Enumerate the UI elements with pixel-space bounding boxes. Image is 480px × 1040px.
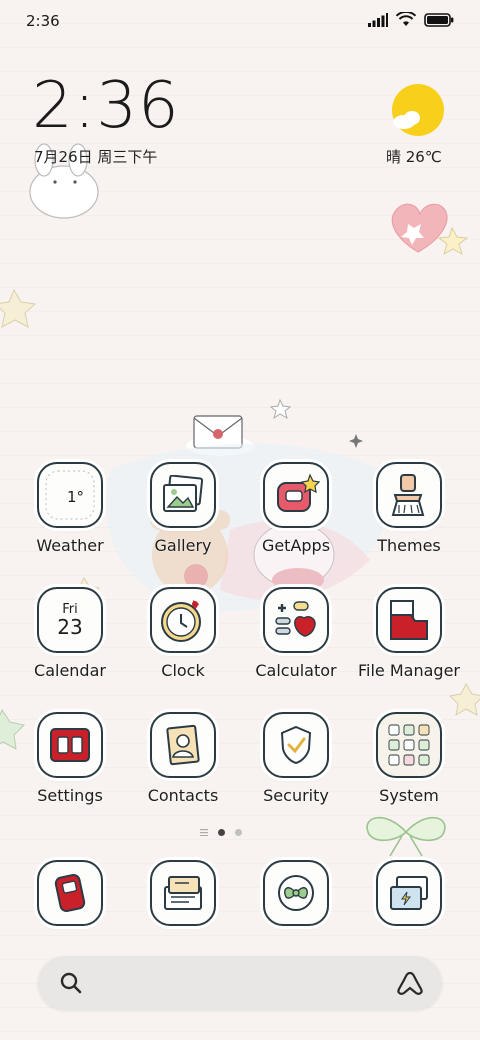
security-icon[interactable]: [263, 712, 329, 778]
app-file-manager[interactable]: File Manager: [353, 587, 465, 680]
status-bar-time: 2:36: [26, 12, 60, 30]
app-calendar[interactable]: Fri 23 Calendar: [14, 587, 126, 680]
phone-icon-art: [54, 873, 86, 913]
settings-icon[interactable]: [37, 712, 103, 778]
calendar-day-number: 23: [57, 614, 83, 639]
app-security[interactable]: Security: [240, 712, 352, 805]
page-indicator[interactable]: [200, 829, 242, 836]
search-icon[interactable]: [60, 972, 82, 994]
themes-icon-art: [391, 474, 425, 516]
app-label: Settings: [37, 786, 103, 805]
messages-icon-art: [164, 876, 202, 910]
system-folder-icon[interactable]: [376, 712, 442, 778]
app-calculator[interactable]: Calculator: [240, 587, 352, 680]
phone-icon[interactable]: [37, 860, 103, 926]
app-themes[interactable]: Themes: [353, 462, 465, 555]
system-folder-icon-art: [388, 724, 430, 766]
calculator-icon[interactable]: [263, 587, 329, 653]
battery-icon: [424, 12, 454, 27]
page-dot: [235, 829, 242, 836]
browser-icon-art: [278, 875, 314, 911]
dock-camera[interactable]: [353, 860, 465, 926]
clock-icon[interactable]: [150, 587, 216, 653]
camera-icon[interactable]: [376, 860, 442, 926]
app-label: Contacts: [147, 786, 219, 805]
app-gallery[interactable]: Gallery: [127, 462, 239, 555]
app-weather[interactable]: 1° Weather: [14, 462, 126, 555]
clock-icon-art: [161, 600, 201, 642]
app-label: GetApps: [261, 536, 331, 555]
browser-icon[interactable]: [263, 860, 329, 926]
page-dot-active: [218, 829, 225, 836]
app-contacts[interactable]: Contacts: [127, 712, 239, 805]
getapps-icon[interactable]: [263, 462, 329, 528]
wifi-icon: [396, 12, 416, 26]
settings-icon-art: [50, 728, 90, 762]
gallery-icon[interactable]: [150, 462, 216, 528]
gallery-icon-art: [163, 475, 204, 512]
messages-icon[interactable]: [150, 860, 216, 926]
weather-widget-text[interactable]: 晴 26℃: [386, 146, 442, 167]
app-system-folder[interactable]: System: [353, 712, 465, 805]
contacts-icon-art: [166, 724, 200, 766]
app-label: Weather: [36, 536, 104, 555]
app-settings[interactable]: Settings: [14, 712, 126, 805]
search-bar[interactable]: [38, 956, 442, 1010]
app-label: Gallery: [154, 536, 212, 555]
app-label: System: [379, 786, 439, 805]
contacts-icon[interactable]: [150, 712, 216, 778]
security-icon-art: [280, 725, 312, 765]
page-list-icon: [200, 829, 208, 836]
app-label: Calculator: [255, 661, 337, 680]
app-label: Security: [263, 786, 329, 805]
calendar-day-name: Fri: [62, 601, 78, 617]
signal-icon: [368, 12, 388, 27]
weather-icon-temp: 1°: [67, 488, 85, 506]
app-clock[interactable]: Clock: [127, 587, 239, 680]
weather-icon[interactable]: 1°: [37, 462, 103, 528]
file-manager-icon[interactable]: [376, 587, 442, 653]
app-getapps[interactable]: GetApps: [240, 462, 352, 555]
dock-phone[interactable]: [14, 860, 126, 926]
dock-browser[interactable]: [240, 860, 352, 926]
app-label: Clock: [161, 661, 205, 680]
calendar-icon[interactable]: Fri 23: [37, 587, 103, 653]
status-bar-icons: [368, 12, 454, 27]
file-manager-icon-art: [390, 600, 428, 640]
calculator-icon-art: [275, 601, 316, 637]
camera-icon-art: [390, 876, 428, 910]
clock-widget-date[interactable]: 7月26日 周三下午: [34, 146, 157, 167]
themes-icon[interactable]: [376, 462, 442, 528]
getapps-icon-art: [277, 473, 320, 512]
clock-widget-time[interactable]: 2:36: [32, 74, 180, 138]
dock-messages[interactable]: [127, 860, 239, 926]
app-label: Calendar: [34, 661, 106, 680]
partly-sunny-icon[interactable]: [392, 84, 446, 138]
assistant-icon[interactable]: [396, 970, 424, 996]
app-label: Themes: [377, 536, 441, 555]
app-label: File Manager: [358, 661, 460, 680]
